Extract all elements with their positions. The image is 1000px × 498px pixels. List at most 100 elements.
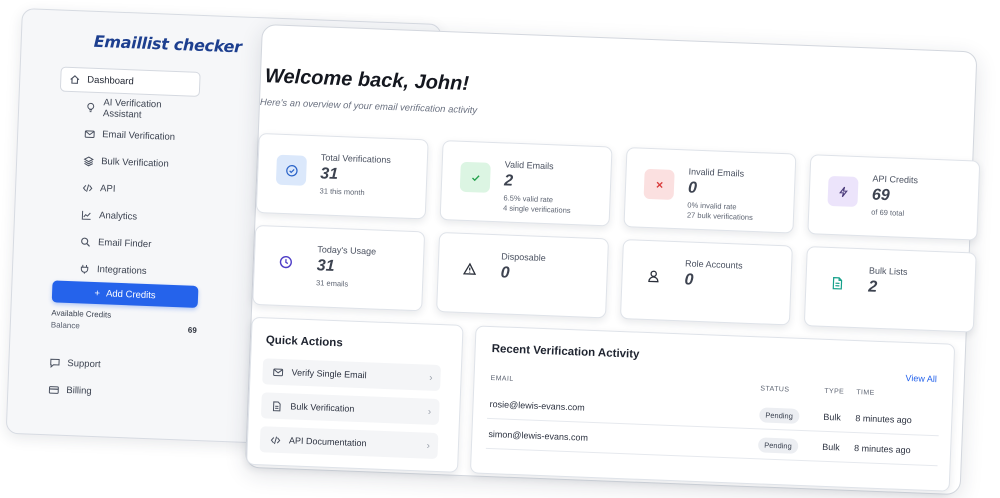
recent-activity-title: Recent Verification Activity: [491, 343, 640, 361]
stat-value: 69: [871, 186, 890, 205]
stat-value: 31: [319, 165, 339, 184]
sidebar-nav: Dashboard AI Verification Assistant Emai…: [52, 66, 201, 288]
add-credits-label: Add Credits: [105, 287, 156, 301]
chevron-right-icon: ›: [427, 406, 432, 418]
sidebar-item-label: Email Verification: [101, 129, 176, 143]
lightning-icon: [827, 175, 859, 207]
credits-balance-label: Balance: [50, 320, 80, 331]
stat-card-invalid-emails[interactable]: Invalid Emails 0 0% invalid rate 27 bulk…: [623, 147, 797, 234]
quick-action-label: Verify Single Email: [291, 367, 367, 381]
row-type: Bulk: [823, 411, 842, 423]
search-icon: [80, 236, 91, 247]
stat-card-total-verifications[interactable]: Total Verifications 31 31 this month: [255, 132, 429, 220]
sidebar-item-label: Support: [67, 358, 101, 371]
sidebar-item-dashboard[interactable]: Dashboard: [59, 66, 201, 97]
stat-card-api-credits[interactable]: API Credits 69 of 69 total: [807, 154, 981, 241]
main-dashboard: Welcome back, John! Here's an overview o…: [244, 24, 981, 496]
sidebar-item-ai-verification-assistant[interactable]: AI Verification Assistant: [59, 94, 200, 124]
envelope-icon: [272, 366, 284, 377]
sidebar-item-analytics[interactable]: Analytics: [55, 201, 196, 231]
document-icon: [830, 276, 845, 291]
stat-card-todays-usage[interactable]: Today's Usage 31 31 emails: [252, 224, 426, 312]
quick-action-label: API Documentation: [288, 435, 367, 449]
stat-subtext: of 69 total: [871, 207, 905, 218]
stat-label: Total Verifications: [320, 152, 392, 166]
envelope-icon: [84, 128, 95, 139]
column-header-type: TYPE: [824, 387, 845, 396]
warning-triangle-icon: [462, 262, 477, 277]
available-credits: Available Credits Balance 69: [51, 308, 198, 335]
stat-label: Invalid Emails: [688, 166, 745, 179]
credits-balance-value: 69: [187, 325, 197, 335]
quick-action-bulk-verification[interactable]: Bulk Verification ›: [260, 392, 440, 426]
home-icon: [69, 74, 80, 85]
card-icon: [48, 384, 59, 395]
sidebar-item-label: Dashboard: [87, 74, 134, 88]
chat-icon: [49, 357, 60, 368]
stat-subtext: 0% invalid rate: [687, 200, 737, 212]
status-badge: Pending: [757, 437, 798, 454]
chevron-right-icon: ›: [426, 440, 431, 452]
row-time: 8 minutes ago: [855, 413, 913, 426]
stat-subtext: 31 emails: [315, 278, 349, 289]
stat-label: Role Accounts: [684, 258, 743, 271]
code-icon: [270, 434, 281, 445]
lightbulb-icon: [85, 102, 96, 113]
quick-actions-card: Quick Actions Verify Single Email › Bulk…: [246, 316, 464, 473]
view-all-link[interactable]: View All: [905, 373, 937, 384]
plus-icon: +: [94, 287, 101, 299]
sidebar-item-label: API: [99, 183, 116, 195]
row-email: simon@lewis-evans.com: [488, 428, 589, 443]
sidebar-item-email-finder[interactable]: Email Finder: [54, 228, 195, 258]
document-icon: [271, 400, 282, 411]
sidebar-item-label: Analytics: [98, 210, 138, 223]
stat-label: Disposable: [501, 251, 546, 264]
quick-action-label: Bulk Verification: [290, 401, 355, 414]
quick-action-api-documentation[interactable]: API Documentation ›: [259, 426, 439, 460]
stat-label: Bulk Lists: [868, 265, 908, 277]
sidebar-item-label: Billing: [66, 384, 92, 397]
stat-label: Valid Emails: [504, 159, 554, 172]
clock-icon: [279, 255, 294, 270]
chart-icon: [81, 209, 92, 220]
stat-subtext: 6.5% valid rate: [503, 193, 554, 205]
stat-value: 2: [868, 278, 878, 296]
stat-label: API Credits: [872, 173, 919, 186]
column-header-time: TIME: [856, 389, 875, 397]
recent-activity-card: Recent Verification Activity View All EM…: [469, 325, 956, 492]
page-subtitle: Here's an overview of your email verific…: [259, 96, 478, 117]
row-time: 8 minutes ago: [853, 443, 911, 456]
stat-card-bulk-lists[interactable]: Bulk Lists 2: [803, 246, 977, 333]
sidebar-item-api[interactable]: API: [56, 174, 197, 204]
row-email: rosie@lewis-evans.com: [489, 399, 585, 413]
chevron-right-icon: ›: [428, 372, 433, 384]
stat-card-valid-emails[interactable]: Valid Emails 2 6.5% valid rate 4 single …: [439, 140, 613, 227]
stat-card-disposable[interactable]: Disposable 0: [436, 231, 610, 319]
sidebar-item-label: Email Finder: [97, 237, 152, 251]
x-icon: [643, 168, 675, 200]
stat-label: Today's Usage: [317, 244, 377, 257]
sidebar-item-email-verification[interactable]: Email Verification: [58, 120, 199, 150]
sidebar-item-support[interactable]: Support: [41, 350, 182, 380]
code-icon: [82, 182, 93, 193]
stat-subtext-secondary: 27 bulk verifications: [686, 210, 753, 222]
sidebar-item-billing[interactable]: Billing: [40, 377, 181, 407]
add-credits-button[interactable]: + Add Credits: [51, 280, 199, 308]
layers-icon: [83, 155, 94, 167]
row-type: Bulk: [821, 441, 840, 453]
quick-action-verify-single-email[interactable]: Verify Single Email ›: [262, 358, 442, 392]
brand-logo[interactable]: Emaillist checker: [93, 32, 242, 57]
user-icon: [646, 269, 661, 284]
stat-subtext: 31 this month: [319, 186, 365, 198]
stat-value: 0: [500, 264, 510, 282]
sidebar-item-label: Bulk Verification: [100, 156, 169, 170]
stat-subtext-secondary: 4 single verifications: [502, 203, 571, 215]
column-header-status: STATUS: [760, 385, 790, 394]
sidebar-bottom-nav: Support Billing: [40, 350, 182, 409]
quick-actions-title: Quick Actions: [265, 334, 343, 350]
sidebar-item-label: AI Verification Assistant: [102, 96, 162, 121]
stat-card-role-accounts[interactable]: Role Accounts 0: [619, 239, 793, 326]
plug-icon: [79, 263, 90, 274]
stat-value: 0: [687, 179, 698, 197]
sidebar-item-bulk-verification[interactable]: Bulk Verification: [57, 147, 198, 177]
